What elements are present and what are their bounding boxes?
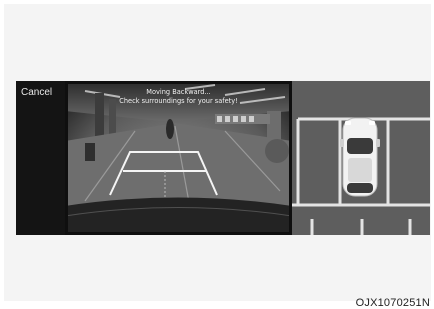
warning-line-1: Moving Backward... (146, 88, 211, 96)
figure-code: OJX1070251N (355, 297, 430, 309)
warning-line-2: Check surroundings for your safety! (119, 97, 238, 105)
cancel-button[interactable]: Cancel (21, 87, 52, 98)
car-top-icon (340, 117, 380, 197)
display-side-bar: Cancel (16, 81, 65, 235)
top-view-image (292, 81, 430, 235)
rear-camera-view: Moving Backward... Check surroundings fo… (65, 81, 292, 235)
surround-top-view (292, 81, 430, 235)
warning-message: Moving Backward... Check surroundings fo… (65, 88, 292, 106)
camera-display: Cancel Moving Backward... Check surround… (16, 81, 430, 235)
